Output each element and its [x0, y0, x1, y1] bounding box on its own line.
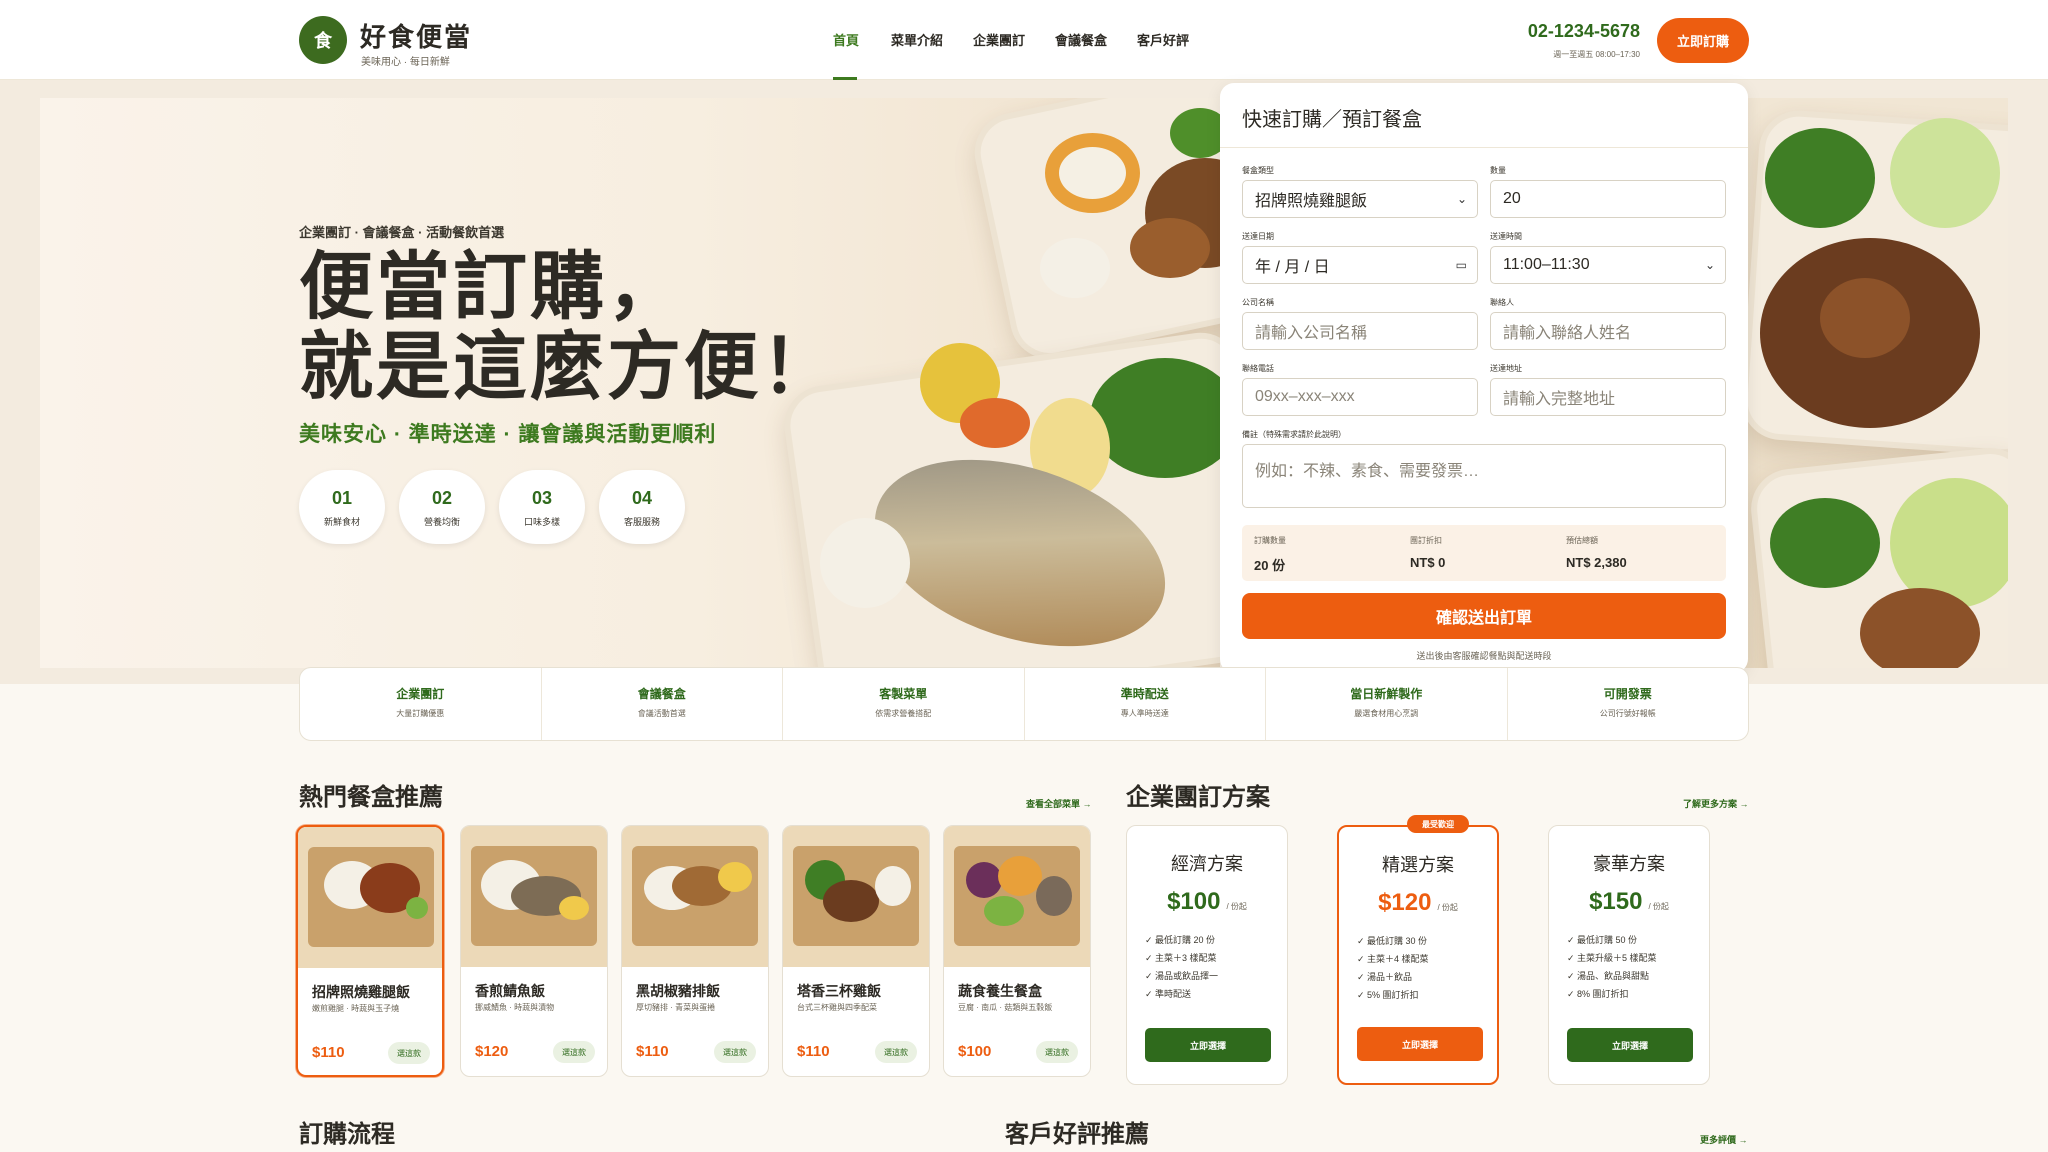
phone-label: 聯絡電話 — [1242, 364, 1274, 373]
stat-nutrition: 02 營養均衡 — [399, 470, 485, 544]
calendar-icon[interactable]: ▭ — [1456, 258, 1467, 272]
stat-fresh: 01 新鮮食材 — [299, 470, 385, 544]
plan-features: ✓ 最低訂購 30 份 ✓ 主菜＋4 樣配菜 ✓ 湯品＋飲品 ✓ 5% 團訂折扣 — [1357, 936, 1429, 1000]
summary-total: NT$ 2,380 — [1566, 555, 1627, 570]
company-input[interactable]: 請輸入公司名稱 — [1242, 312, 1478, 350]
brand-name[interactable]: 好食便當 — [360, 17, 472, 54]
feature-item: 客製菜單 依需求營養搭配 — [783, 668, 1025, 740]
summary-quantity: 20 份 — [1254, 558, 1286, 573]
select-plan-button[interactable]: 立即選擇 — [1567, 1028, 1693, 1062]
hero-tagline: 企業團訂 · 會議餐盒 · 活動餐飲首選 — [299, 225, 505, 240]
nav-home[interactable]: 首頁 — [833, 30, 859, 49]
meal-image — [944, 826, 1090, 967]
logo-icon[interactable]: 食 — [299, 16, 347, 64]
address-label: 送達地址 — [1490, 364, 1522, 373]
contact-label: 聯絡人 — [1490, 298, 1514, 307]
meal-type-select[interactable]: 招牌照燒雞腿飯 ⌄ — [1242, 180, 1478, 218]
meal-type-label: 餐盒類型 — [1242, 166, 1274, 175]
plan-card-select: 精選方案 $120/ 份起 ✓ 最低訂購 30 份 ✓ 主菜＋4 樣配菜 ✓ 湯品＋… — [1337, 825, 1499, 1085]
form-title: 快速訂購／預訂餐盒 — [1242, 109, 1422, 131]
select-meal-button[interactable]: 選這款 — [714, 1041, 756, 1063]
plan-features: ✓ 最低訂購 20 份 ✓ 主菜＋3 樣配菜 ✓ 湯品或飲品擇一 ✓ 準時配送 — [1145, 935, 1219, 999]
plans-section-title: 企業團訂方案 — [1126, 785, 1270, 811]
order-summary: 訂購數量 20 份 團訂折扣 NT$ 0 預估總額 NT$ 2,380 — [1242, 525, 1726, 581]
time-label: 送達時間 — [1490, 232, 1522, 241]
date-input[interactable]: 年 / 月 / 日 ▭ — [1242, 246, 1478, 284]
meal-image — [622, 826, 768, 967]
stat-service: 04 客服服務 — [599, 470, 685, 544]
hero-image-right — [1740, 98, 2008, 668]
address-input[interactable]: 請輸入完整地址 — [1490, 378, 1726, 416]
site-header: 食 好食便當 美味用心 · 每日新鮮 首頁 菜單介紹 企業團訂 會議餐盒 客戶好… — [0, 0, 2048, 80]
meal-card[interactable]: 黑胡椒豬排飯 厚切豬排 · 青菜與蛋捲 $110 選這款 — [621, 825, 769, 1077]
form-note: 送出後由客服確認餐點與配送時段 — [1416, 651, 1552, 661]
summary-discount: NT$ 0 — [1410, 555, 1446, 570]
phone-number[interactable]: 02-1234-5678 — [1520, 21, 1640, 42]
meal-image — [783, 826, 929, 967]
more-plans-link[interactable]: 了解更多方案 → — [1683, 797, 1749, 810]
feature-item: 企業團訂 大量訂購優惠 — [300, 668, 542, 740]
feature-item: 可開發票 公司行號好報帳 — [1599, 687, 1656, 718]
reviews-section-title: 客戶好評推薦 — [1005, 1122, 1149, 1148]
nav-corporate[interactable]: 企業團訂 — [973, 30, 1025, 49]
select-plan-button[interactable]: 立即選擇 — [1145, 1028, 1271, 1062]
quick-order-form: 快速訂購／預訂餐盒 餐盒類型 招牌照燒雞腿飯 ⌄ 數量 20 送達日期 年 / 月… — [1220, 83, 1748, 673]
order-now-button[interactable]: 立即訂購 — [1657, 18, 1749, 63]
process-section-title: 訂購流程 — [299, 1122, 395, 1148]
business-hours: 週一至週五 08:00–17:30 — [1553, 50, 1640, 59]
phone-input[interactable]: 09xx–xxx–xxx — [1242, 378, 1478, 416]
company-label: 公司名稱 — [1242, 298, 1274, 307]
hero-subtitle: 美味安心 · 準時送達 · 讓會議與活動更順利 — [299, 423, 717, 446]
meal-image — [461, 826, 607, 967]
chevron-down-icon: ⌄ — [1704, 258, 1715, 272]
select-meal-button[interactable]: 選這款 — [875, 1041, 917, 1063]
feature-item: 當日新鮮製作 嚴選食材用心烹調 — [1266, 668, 1508, 740]
date-label: 送達日期 — [1242, 232, 1274, 241]
meal-card[interactable]: 塔香三杯雞飯 台式三杯雞與四季配菜 $110 選這款 — [782, 825, 930, 1077]
plan-card-economy: 經濟方案 $100/ 份起 ✓ 最低訂購 20 份 ✓ 主菜＋3 樣配菜 ✓ 湯品或… — [1126, 825, 1288, 1085]
contact-input[interactable]: 請輸入聯絡人姓名 — [1490, 312, 1726, 350]
more-reviews-link[interactable]: 更多評價 → — [1700, 1133, 1748, 1146]
quantity-label: 數量 — [1490, 166, 1506, 175]
form-divider — [1220, 147, 1748, 148]
select-meal-button[interactable]: 選這款 — [388, 1042, 430, 1064]
view-all-menu-link[interactable]: 查看全部菜單 → — [1026, 797, 1092, 810]
select-meal-button[interactable]: 選這款 — [1036, 1041, 1078, 1063]
time-select[interactable]: 11:00–11:30 ⌄ — [1490, 246, 1726, 284]
select-plan-button[interactable]: 立即選擇 — [1357, 1027, 1483, 1061]
chevron-down-icon: ⌄ — [1456, 192, 1467, 206]
brand-tagline: 美味用心 · 每日新鮮 — [361, 57, 450, 68]
popular-section-title: 熱門餐盒推薦 — [299, 785, 443, 811]
select-meal-button[interactable]: 選這款 — [553, 1041, 595, 1063]
note-label: 備註（特殊需求請於此說明） — [1242, 430, 1346, 439]
hero-title: 便當訂購， 就是這麼方便！ — [299, 247, 838, 409]
meal-card[interactable]: 蔬食養生餐盒 豆腐 · 南瓜 · 菇類與五穀飯 $100 選這款 — [943, 825, 1091, 1077]
stat-variety: 03 口味多樣 — [499, 470, 585, 544]
meal-card[interactable]: 香煎鯖魚飯 挪威鯖魚 · 時蔬與漬物 $120 選這款 — [460, 825, 608, 1077]
feature-item: 會議餐盒 會議活動首選 — [542, 668, 783, 740]
quantity-input[interactable]: 20 — [1490, 180, 1726, 218]
meal-image — [298, 827, 442, 968]
note-textarea[interactable]: 例如：不辣、素食、需要發票… — [1242, 444, 1726, 508]
meal-card[interactable]: 招牌照燒雞腿飯 嫩煎雞腿 · 時蔬與玉子燒 $110 選這款 — [296, 825, 444, 1077]
nav-reviews[interactable]: 客戶好評 — [1137, 30, 1189, 49]
plan-card-deluxe: 豪華方案 $150/ 份起 ✓ 最低訂購 50 份 ✓ 主菜升級＋5 樣配菜 ✓ 湯… — [1548, 825, 1710, 1085]
feature-strip: 企業團訂 大量訂購優惠 會議餐盒 會議活動首選 客製菜單 依需求營養搭配 準時配送 專人… — [299, 667, 1749, 741]
plan-features: ✓ 最低訂購 50 份 ✓ 主菜升級＋5 樣配菜 ✓ 湯品、飲品與甜點 ✓ 8% 團訂… — [1567, 935, 1657, 999]
nav-meeting[interactable]: 會議餐盒 — [1055, 30, 1107, 49]
feature-item: 準時配送 專人準時送達 — [1025, 668, 1266, 740]
nav-menu[interactable]: 菜單介紹 — [891, 30, 943, 49]
popular-badge: 最受歡迎 — [1407, 815, 1469, 833]
submit-order-button[interactable]: 確認送出訂單 — [1242, 593, 1726, 639]
